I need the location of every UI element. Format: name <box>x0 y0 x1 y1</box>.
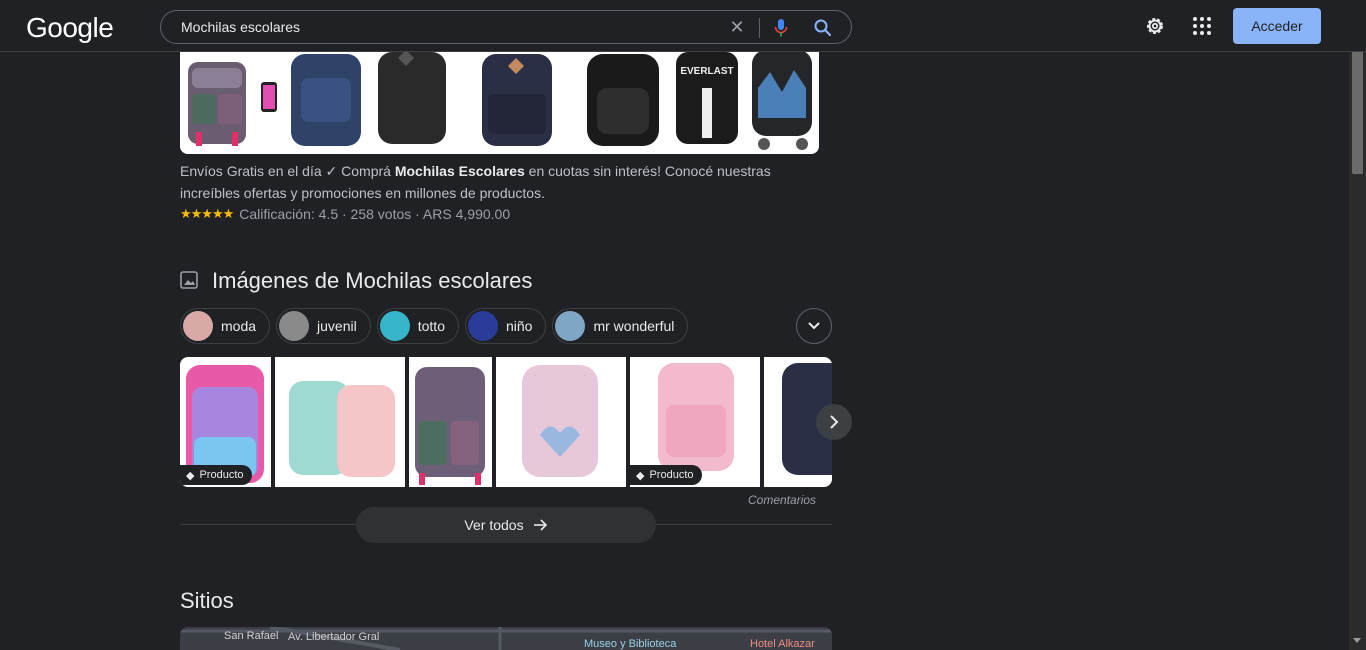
chevron-down-icon <box>808 322 820 330</box>
search-divider <box>759 18 760 38</box>
map-label: Av. Libertador Gral <box>288 631 380 643</box>
product-thumb[interactable] <box>372 48 457 154</box>
snippet-bold: Mochilas Escolares <box>394 163 525 179</box>
product-badge-label: Producto <box>649 469 694 481</box>
image-result[interactable] <box>496 357 626 487</box>
clear-icon[interactable]: ✕ <box>727 17 747 37</box>
map-preview[interactable]: San Rafael Av. Libertador Gral Museo y B… <box>180 627 832 650</box>
product-image-strip[interactable]: EVERLAST <box>180 48 819 154</box>
product-thumb[interactable] <box>458 48 573 154</box>
feedback-link[interactable]: Comentarios <box>748 493 816 507</box>
search-input[interactable] <box>181 19 701 35</box>
arrow-right-icon <box>533 519 547 531</box>
map-label: Hotel Alkazar <box>750 638 815 650</box>
tag-icon: ◆ <box>636 469 645 482</box>
see-all-label: Ver todos <box>464 517 524 533</box>
microphone-icon[interactable] <box>773 18 789 38</box>
chip-label: juvenil <box>317 318 357 334</box>
chips-expand-button[interactable] <box>796 308 832 344</box>
chip-nino[interactable]: niño <box>464 308 547 344</box>
map-label: San Rafael <box>224 630 279 642</box>
chip-juvenil[interactable]: juvenil <box>276 308 371 344</box>
scroll-thumb[interactable] <box>1352 48 1363 174</box>
image-result[interactable] <box>409 357 492 487</box>
signin-button[interactable]: Acceder <box>1233 8 1321 44</box>
sites-section-title: Sitios <box>180 588 234 613</box>
image-results-grid: ◆ Producto ◆ Producto <box>180 357 832 487</box>
scroll-down-arrow[interactable] <box>1353 638 1361 643</box>
search-icon[interactable] <box>813 18 833 38</box>
image-filter-chips: moda juvenil totto niño mr wonderful <box>180 308 689 344</box>
search-box[interactable]: ✕ <box>160 10 852 44</box>
result-snippet: Envíos Gratis en el día ✓ Comprá Mochila… <box>180 160 800 204</box>
images-section-title[interactable]: Imágenes de Mochilas escolares <box>212 268 532 294</box>
chip-label: niño <box>505 318 533 334</box>
chip-totto[interactable]: totto <box>376 308 459 344</box>
product-thumb[interactable] <box>180 48 253 154</box>
chevron-right-icon <box>830 415 839 429</box>
chip-label: totto <box>417 318 445 334</box>
product-thumb[interactable]: EVERLAST <box>670 48 745 154</box>
rating-text: Calificación: 4.5 · 258 votos · ARS 4,99… <box>239 206 511 222</box>
product-thumb[interactable] <box>746 48 819 154</box>
page-scrollbar[interactable] <box>1349 30 1366 650</box>
see-all-button[interactable]: Ver todos <box>356 507 656 543</box>
tag-icon: ◆ <box>186 469 195 482</box>
chip-label: moda <box>221 318 257 334</box>
product-badge: ◆ Producto <box>630 465 702 485</box>
image-result[interactable] <box>275 357 405 487</box>
svg-text:EVERLAST: EVERLAST <box>681 66 734 77</box>
product-badge-label: Producto <box>199 469 244 481</box>
image-result[interactable]: ◆ Producto <box>630 357 760 487</box>
snippet-text-prefix: Envíos Gratis en el día ✓ Comprá <box>180 163 395 179</box>
product-badge: ◆ Producto <box>180 465 252 485</box>
chip-thumbnail <box>183 311 213 341</box>
chip-thumbnail <box>467 311 498 341</box>
chip-mr-wonderful[interactable]: mr wonderful <box>552 308 689 344</box>
image-icon <box>180 271 198 289</box>
rating-row: ★★★★★ Calificación: 4.5 · 258 votos · AR… <box>180 206 510 222</box>
header: Google ✕ Acceder <box>0 0 1366 52</box>
gear-icon[interactable] <box>1143 14 1167 38</box>
map-label: Museo y Biblioteca <box>584 638 677 650</box>
chip-thumbnail <box>555 311 586 341</box>
product-thumb[interactable] <box>574 48 669 154</box>
image-carousel-next-button[interactable] <box>816 404 852 440</box>
star-rating-icon: ★★★★★ <box>180 206 234 221</box>
chip-moda[interactable]: moda <box>180 308 271 344</box>
chip-label: mr wonderful <box>593 318 675 334</box>
product-thumb[interactable] <box>254 48 371 154</box>
image-result[interactable]: ◆ Producto <box>180 357 271 487</box>
google-logo[interactable]: Google <box>26 12 114 44</box>
apps-grid-icon[interactable] <box>1190 14 1214 38</box>
chip-thumbnail <box>279 311 310 341</box>
chip-thumbnail <box>379 311 410 341</box>
